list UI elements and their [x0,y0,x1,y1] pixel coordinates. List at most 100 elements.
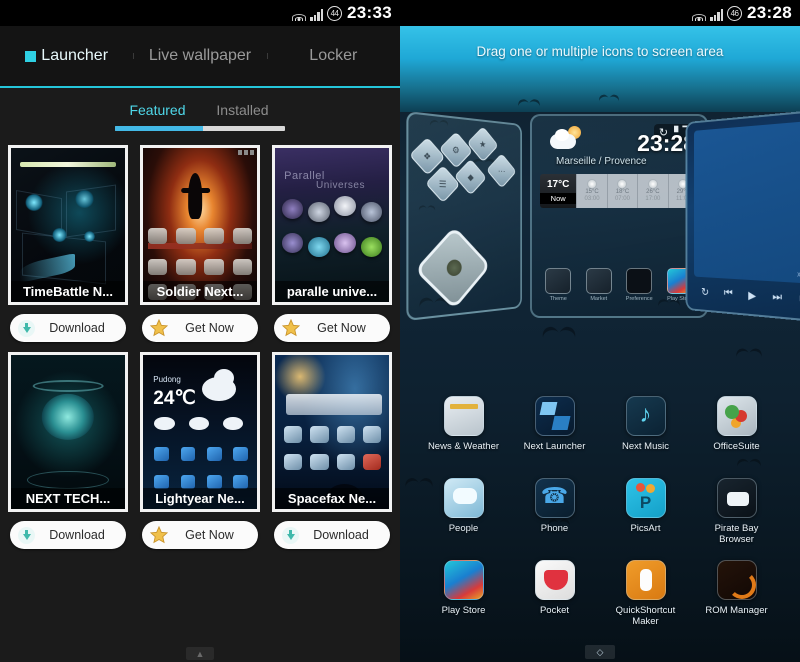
tab-locker[interactable]: Locker [266,47,400,65]
right-bottom-drag-handle[interactable]: ◇ [585,645,615,659]
status-icons: 46 [691,5,743,21]
diamond-icon-6[interactable]: ⋯ [486,153,517,189]
get-now-button[interactable]: Get Now [142,314,258,342]
app-label: Play Store [441,605,486,616]
app-label: Phone [540,523,569,534]
tab-live-wallpaper[interactable]: Live wallpaper [133,47,266,65]
sun-icon [588,180,597,188]
battery-icon: 46 [727,5,743,21]
forecast-temp: 26°C [646,189,660,195]
theme-title: Spacefax Ne... [275,488,389,509]
preview-screen-left[interactable]: ❖ ⚙ ★ ☰ ◆ ⋯ [406,110,522,322]
forecast-column: 18°C 07:00 [606,174,637,208]
subtab-featured-label: Featured [129,102,186,118]
theme-thumbnail[interactable]: Pudong 24℃ Lightyear Ne... [140,352,260,512]
theme-card[interactable]: Soldier Next... Get Now [140,145,260,342]
subtab-featured[interactable]: Featured [115,102,200,126]
theme-card[interactable]: Spacefax Ne... Download [272,352,392,549]
app-item-news-weather[interactable]: News & Weather [418,390,509,472]
diamond-icon-3[interactable]: ★ [466,126,499,163]
bottom-drag-handle[interactable]: ▲ [186,647,214,660]
media-player-controls[interactable]: ↻ ⏮ ▶ ⏭ ■ [694,280,800,311]
play-icon[interactable]: ▶ [748,288,756,302]
sub-tab-bar: Featured Installed [0,88,400,131]
app-item-pirate-bay-browser[interactable]: Pirate Bay Browser [691,472,782,554]
get-now-button[interactable]: Get Now [274,314,390,342]
theme-thumbnail[interactable]: Soldier Next... [140,145,260,305]
previous-icon[interactable]: ⏮ [724,287,733,300]
people-icon [443,478,484,518]
theme-thumbnail[interactable]: Parallel Universes paralle unive... [272,145,392,305]
status-time: 23:33 [347,3,392,22]
app-label: Pirate Bay Browser [714,523,759,545]
download-button[interactable]: Download [10,521,126,549]
app-label: People [448,523,479,534]
app-item-phone[interactable]: Phone [509,472,600,554]
officesuite-icon [716,396,757,436]
app-item-pocket[interactable]: Pocket [509,554,600,636]
widget-city: Marseille / Provence [556,156,647,167]
pocket-icon [534,560,575,600]
right-status-bar: 46 23:28 [400,0,800,26]
app-item-next-music[interactable]: Next Music [600,390,691,472]
status-time: 23:28 [747,3,792,22]
theme-card[interactable]: NEXT TECH... Download [8,352,128,549]
star-badge-icon [150,319,169,337]
app-label: PicsArt [630,523,661,534]
bottom-handle-glyph: ▲ [195,648,205,659]
app-item-rom-manager[interactable]: ROM Manager [691,554,782,636]
theme-thumbnail[interactable]: Spacefax Ne... [272,352,392,512]
diamond-icon-3-glyph: ★ [479,138,487,149]
star-badge-icon [150,526,169,544]
next-music-icon [625,396,666,436]
signal-icon [710,8,724,21]
phone-icon [534,478,575,518]
app-item-officesuite[interactable]: OfficeSuite [691,390,782,472]
dock-item-market[interactable]: Market [580,268,617,302]
market-icon [585,268,612,294]
app-item-play-store[interactable]: Play Store [418,554,509,636]
trackpad-widget[interactable] [414,226,491,310]
app-item-next-launcher[interactable]: Next Launcher [509,390,600,472]
download-icon [282,526,300,544]
tab-live-wallpaper-label: Live wallpaper [148,47,252,64]
theme-thumbnail[interactable]: NEXT TECH... [8,352,128,512]
get-now-button-label: Get Now [185,321,234,335]
theme-art [11,148,125,302]
forecast-temp: 18°C [615,189,630,195]
theme-thumbnail[interactable]: TimeBattle N... [8,145,128,305]
download-button-label: Download [313,528,369,542]
wifi-icon [691,9,706,21]
preview-screen-center[interactable]: ↻ ▘▔ 23:28 Marseille / Provence 17°C Now [530,114,708,318]
app-item-picsart[interactable]: PicsArt [600,472,691,554]
next-icon[interactable]: ⏭ [772,290,782,304]
subtab-installed[interactable]: Installed [200,102,285,126]
shuffle-icon[interactable]: ↻ [701,285,709,298]
app-item-quickshortcut-maker[interactable]: QuickShortcut Maker [600,554,691,636]
sun-cloud-icon [550,126,584,152]
download-button[interactable]: Download [274,521,390,549]
dock-item-preference[interactable]: Preference [621,268,658,302]
download-button-label: Download [49,321,105,335]
preview-screen-right[interactable]: X EMUI ↻ ⏮ ▶ ⏭ ■ [685,109,800,323]
tab-locker-label: Locker [309,47,358,64]
quickshortcut-icon [625,560,666,600]
theme-art: Pudong 24℃ [143,355,257,509]
theme-card[interactable]: Parallel Universes paralle unive... Get … [272,145,392,342]
left-panel-theme-store: 44 23:33 Launcher Live wallpaper Locker … [0,0,400,662]
get-now-button[interactable]: Get Now [142,521,258,549]
tab-launcher[interactable]: Launcher [0,47,133,65]
theme-card[interactable]: TimeBattle N... Download [8,145,128,342]
app-item-people[interactable]: People [418,472,509,554]
lightyear-temp: 24℃ [153,388,196,410]
dock-item-theme[interactable]: Theme [540,268,577,302]
theme-card[interactable]: Pudong 24℃ Lightyear Ne... Get Now [140,352,260,549]
forecast-strip: 17°C Now 15°C 03:00 18°C 07:00 26°C 17:0… [540,174,698,208]
weather-clock-widget[interactable]: ↻ ▘▔ 23:28 Marseille / Provence 17°C Now [540,124,698,210]
app-label: OfficeSuite [713,441,760,452]
download-button[interactable]: Download [10,314,126,342]
next-launcher-icon [534,396,575,436]
forecast-time: 07:00 [614,196,630,202]
picsart-icon [625,478,666,518]
download-icon [18,319,36,337]
